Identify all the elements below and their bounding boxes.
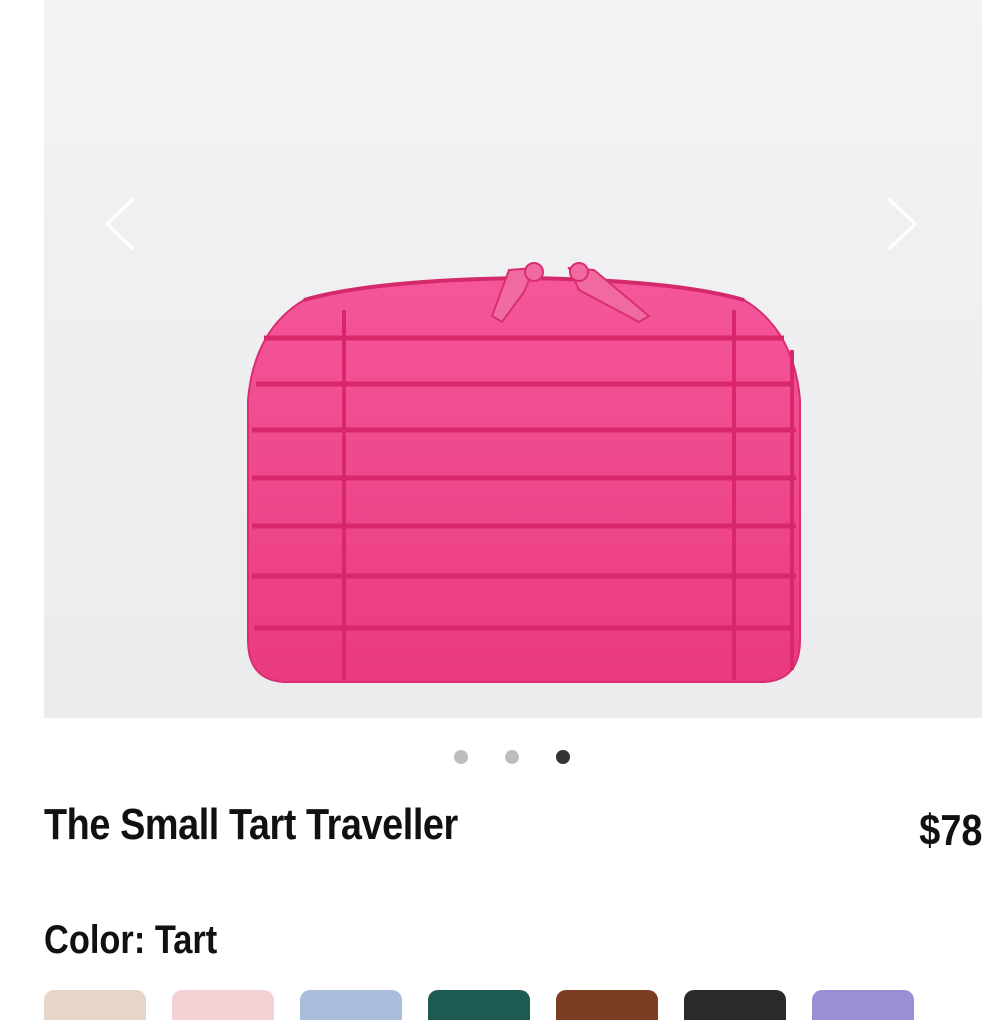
gallery-dot[interactable] [454,750,468,764]
gallery-dot-active[interactable] [556,750,570,764]
chevron-right-icon [887,197,918,251]
product-price: $78 [918,806,982,855]
color-swatch[interactable] [428,990,530,1020]
chevron-left-icon [104,197,135,251]
color-label: Color: Tart [44,918,218,962]
color-swatch-list [44,990,914,1020]
product-image-gallery[interactable] [44,0,982,718]
next-image-button[interactable] [882,196,922,252]
gallery-dot[interactable] [505,750,519,764]
color-swatch[interactable] [44,990,146,1020]
color-swatch[interactable] [556,990,658,1020]
color-swatch[interactable] [684,990,786,1020]
gallery-pagination [454,750,570,764]
color-swatch[interactable] [172,990,274,1020]
color-swatch[interactable] [300,990,402,1020]
previous-image-button[interactable] [100,196,140,252]
product-photo [247,262,801,683]
product-title: The Small Tart Traveller [44,800,458,849]
color-swatch[interactable] [812,990,914,1020]
